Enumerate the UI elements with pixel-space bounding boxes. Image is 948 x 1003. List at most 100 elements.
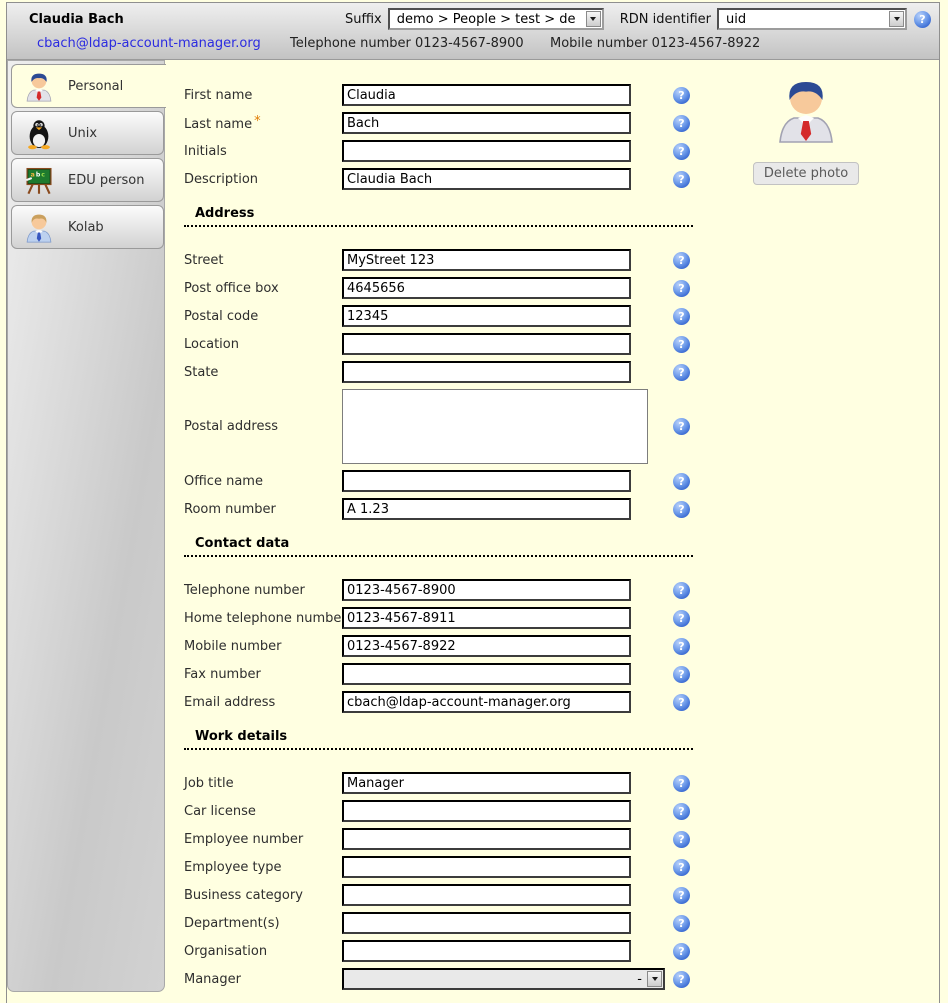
chevron-down-icon[interactable]	[586, 11, 601, 27]
help-icon[interactable]: ?	[673, 252, 690, 269]
help-icon[interactable]: ?	[673, 280, 690, 297]
home-telephone-number-label: Home telephone number	[184, 611, 342, 626]
office-name-label: Office name	[184, 474, 342, 489]
job-title-input[interactable]	[342, 772, 631, 794]
kolab-user-icon	[24, 211, 54, 244]
telephone-number-input[interactable]	[342, 579, 631, 601]
organisation-input[interactable]	[342, 940, 631, 962]
form-row-business-category: Business category?	[184, 884, 939, 906]
section-title-contact-data: Contact data	[184, 536, 693, 557]
description-input[interactable]	[342, 168, 631, 190]
car-license-input[interactable]	[342, 800, 631, 822]
location-input[interactable]	[342, 333, 631, 355]
help-icon[interactable]: ?	[673, 364, 690, 381]
chevron-down-icon[interactable]	[889, 11, 904, 27]
car-license-label: Car license	[184, 804, 342, 819]
sidebar-tab-edu-person[interactable]: abc EDU person	[11, 158, 164, 202]
personal-form: First name?Last name*?Initials?Descripti…	[184, 84, 939, 990]
help-icon[interactable]: ?	[673, 171, 690, 188]
form-row-employee-type: Employee type?	[184, 856, 939, 878]
help-icon[interactable]: ?	[673, 943, 690, 960]
form-row-home-telephone-number: Home telephone number?	[184, 607, 939, 629]
help-icon[interactable]: ?	[673, 775, 690, 792]
form-row-department-s: Department(s)?	[184, 912, 939, 934]
help-icon[interactable]: ?	[673, 887, 690, 904]
help-icon[interactable]: ?	[673, 803, 690, 820]
help-icon[interactable]: ?	[673, 610, 690, 627]
manager-select[interactable]: -	[342, 968, 665, 990]
help-icon[interactable]: ?	[673, 308, 690, 325]
sidebar-tab-unix[interactable]: Unix	[11, 111, 164, 155]
suffix-select[interactable]: demo > People > test > de	[388, 8, 604, 30]
account-edit-dialog: Claudia Bach Suffix demo > People > test…	[6, 2, 940, 1003]
help-icon[interactable]: ?	[673, 87, 690, 104]
sidebar-tab-label: EDU person	[68, 173, 144, 188]
room-number-label: Room number	[184, 502, 342, 517]
help-icon[interactable]: ?	[673, 473, 690, 490]
help-icon[interactable]: ?	[673, 915, 690, 932]
street-input[interactable]	[342, 249, 631, 271]
last-name-label: Last name*	[184, 114, 342, 132]
form-row-job-title: Job title?	[184, 772, 939, 794]
email-address-input[interactable]	[342, 691, 631, 713]
mobile-number-input[interactable]	[342, 635, 631, 657]
sidebar-tab-kolab[interactable]: Kolab	[11, 205, 164, 249]
account-title: Claudia Bach	[29, 12, 124, 27]
chevron-down-icon[interactable]	[647, 971, 662, 987]
delete-photo-button[interactable]: Delete photo	[753, 162, 859, 185]
suffix-label: Suffix	[345, 12, 382, 27]
mobile-number-label: Mobile number	[184, 639, 342, 654]
module-tab-list: PersonalUnix abc EDU person Kolab	[7, 60, 165, 992]
help-icon[interactable]: ?	[673, 418, 690, 435]
help-icon[interactable]: ?	[673, 859, 690, 876]
help-icon[interactable]: ?	[673, 501, 690, 518]
chalkboard-icon: abc	[24, 164, 54, 197]
first-name-input[interactable]	[342, 84, 631, 106]
title-bar: Claudia Bach Suffix demo > People > test…	[7, 3, 939, 60]
sidebar-tab-label: Kolab	[68, 220, 104, 235]
help-icon[interactable]: ?	[673, 638, 690, 655]
state-label: State	[184, 365, 342, 380]
state-input[interactable]	[342, 361, 631, 383]
form-row-organisation: Organisation?	[184, 940, 939, 962]
office-name-input[interactable]	[342, 470, 631, 492]
help-icon[interactable]: ?	[673, 666, 690, 683]
employee-type-input[interactable]	[342, 856, 631, 878]
job-title-label: Job title	[184, 776, 342, 791]
help-icon[interactable]: ?	[673, 831, 690, 848]
rdn-select[interactable]: uid	[717, 8, 907, 30]
postal-code-label: Postal code	[184, 309, 342, 324]
manager-select-value: -	[637, 972, 647, 987]
help-icon[interactable]: ?	[673, 971, 690, 988]
post-office-box-input[interactable]	[342, 277, 631, 299]
help-icon[interactable]: ?	[673, 143, 690, 160]
form-row-mobile-number: Mobile number?	[184, 635, 939, 657]
initials-input[interactable]	[342, 140, 631, 162]
section-title-work-details: Work details	[184, 729, 693, 750]
help-icon[interactable]: ?	[673, 115, 690, 132]
help-icon[interactable]: ?	[673, 582, 690, 599]
employee-number-input[interactable]	[342, 828, 631, 850]
last-name-input[interactable]	[342, 112, 631, 134]
tux-penguin-icon	[24, 117, 54, 150]
form-row-postal-address: Postal address?	[184, 389, 939, 464]
business-category-input[interactable]	[342, 884, 631, 906]
manager-label: Manager	[184, 972, 342, 987]
postal-address-textarea[interactable]	[342, 389, 648, 464]
account-email-link[interactable]: cbach@ldap-account-manager.org	[37, 36, 261, 51]
required-asterisk: *	[254, 114, 261, 129]
help-icon[interactable]: ?	[673, 694, 690, 711]
employee-type-label: Employee type	[184, 860, 342, 875]
room-number-input[interactable]	[342, 498, 631, 520]
help-icon[interactable]: ?	[673, 336, 690, 353]
sidebar-tab-personal[interactable]: Personal	[11, 64, 166, 108]
help-icon[interactable]: ?	[914, 11, 931, 28]
employee-number-label: Employee number	[184, 832, 342, 847]
form-row-location: Location?	[184, 333, 939, 355]
postal-code-input[interactable]	[342, 305, 631, 327]
home-telephone-number-input[interactable]	[342, 607, 631, 629]
street-label: Street	[184, 253, 342, 268]
header-mobile-text: Mobile number 0123-4567-8922	[550, 36, 760, 51]
department-s-input[interactable]	[342, 912, 631, 934]
fax-number-input[interactable]	[342, 663, 631, 685]
